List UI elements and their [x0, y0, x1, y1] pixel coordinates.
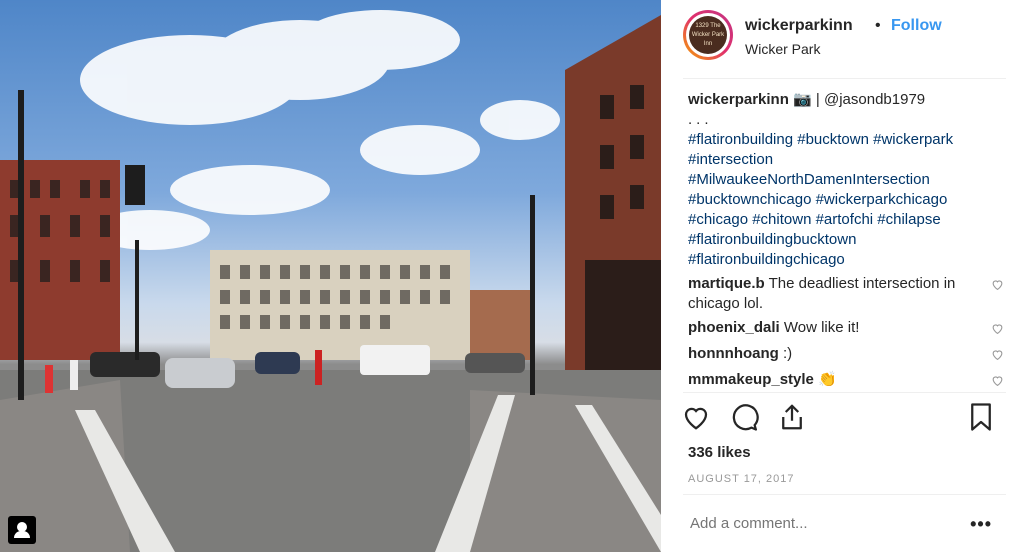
comment-heart-icon[interactable]	[991, 322, 1004, 335]
comment-item: martique.b The deadliest intersection in…	[688, 274, 1006, 314]
post-side-panel: 1329 The Wicker Park Inn wickerparkinn •…	[661, 0, 1024, 552]
avatar-logo: 1329 The Wicker Park Inn	[689, 16, 727, 54]
post-photo[interactable]	[0, 0, 661, 552]
caption-mention[interactable]: | @jasondb1979	[816, 91, 925, 108]
post-date: AUGUST 17, 2017	[688, 473, 795, 485]
comment-username[interactable]: martique.b	[688, 275, 765, 292]
likes-count[interactable]: 336 likes	[688, 444, 751, 461]
divider	[683, 392, 1006, 393]
comment-item: mmmakeup_style 👏	[688, 370, 1006, 390]
comment-text: 👏	[818, 371, 837, 388]
divider	[683, 494, 1006, 495]
comment-username[interactable]: phoenix_dali	[688, 319, 780, 336]
share-icon[interactable]	[777, 402, 807, 432]
camera-emoji: 📷	[793, 91, 812, 108]
comment-heart-icon[interactable]	[991, 278, 1004, 291]
separator-dot: •	[875, 17, 881, 34]
caption-hashtags[interactable]: #flatironbuilding #bucktown #wickerpark …	[688, 130, 1006, 270]
comments-list[interactable]: wickerparkinn 📷 | @jasondb1979 ... #flat…	[688, 90, 1006, 390]
bookmark-icon[interactable]	[966, 402, 996, 432]
comment-item: phoenix_dali Wow like it!	[688, 318, 1006, 338]
comment-heart-icon[interactable]	[991, 348, 1004, 361]
action-bar	[681, 402, 1001, 436]
caption-dots: ...	[688, 111, 713, 128]
comment-heart-icon[interactable]	[991, 374, 1004, 387]
username-link[interactable]: wickerparkinn	[745, 17, 853, 35]
more-options-icon[interactable]: •••	[970, 514, 992, 535]
comment-icon[interactable]	[729, 402, 759, 432]
post-header: 1329 The Wicker Park Inn wickerparkinn •…	[683, 10, 1006, 79]
caption-username[interactable]: wickerparkinn	[688, 91, 789, 108]
comment-username[interactable]: honnnhoang	[688, 345, 779, 362]
street-scene-image	[0, 10, 661, 552]
comment-text: :)	[782, 345, 793, 362]
comment-item: honnnhoang :)	[688, 344, 1006, 364]
avatar[interactable]: 1329 The Wicker Park Inn	[683, 10, 733, 60]
heart-icon[interactable]	[681, 402, 711, 432]
user-tag-icon[interactable]	[8, 516, 36, 544]
follow-button[interactable]: Follow	[891, 17, 942, 35]
comment-username[interactable]: mmmakeup_style	[688, 371, 814, 388]
comment-text: Wow like it!	[783, 319, 860, 336]
add-comment-input[interactable]	[690, 515, 950, 532]
location-link[interactable]: Wicker Park	[745, 41, 820, 57]
caption: wickerparkinn 📷 | @jasondb1979	[688, 90, 1006, 110]
